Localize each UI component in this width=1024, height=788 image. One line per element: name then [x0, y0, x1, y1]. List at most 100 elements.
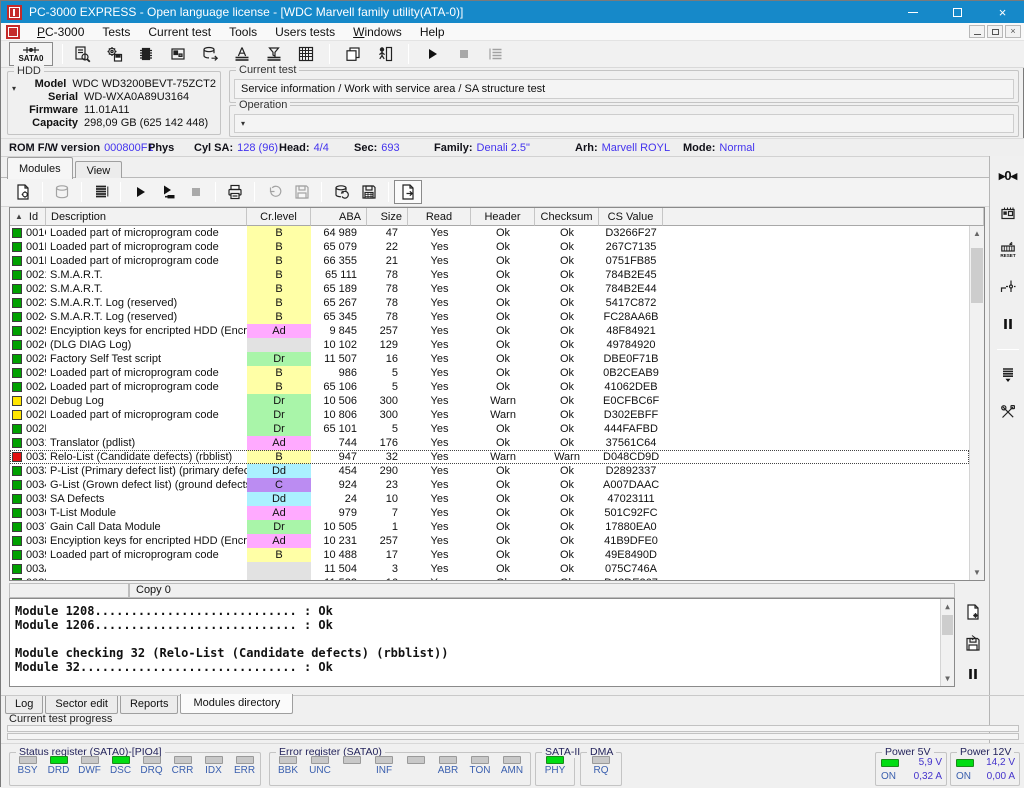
table-row-002A[interactable]: 002ALoaded part of microprogram codeB65 …: [10, 380, 969, 394]
table-row-0021[interactable]: 0021S.M.A.R.T.B65 11178YesOkOk784B2E45: [10, 268, 969, 282]
main-database-export-button[interactable]: [196, 42, 224, 66]
table-row-001C[interactable]: 001CLoaded part of microprogram codeB64 …: [10, 226, 969, 240]
main-rom-chip-button[interactable]: [132, 42, 160, 66]
mdi-restore-button[interactable]: [987, 25, 1003, 38]
tab-reports[interactable]: Reports: [120, 696, 179, 714]
modules-page-export-button[interactable]: [394, 180, 422, 204]
tab-modules-directory[interactable]: Modules directory: [180, 694, 293, 714]
table-row-0028[interactable]: 0028Factory Self Test scriptDr11 50716Ye…: [10, 352, 969, 366]
scroll-thumb[interactable]: [971, 248, 983, 303]
menu-current-test[interactable]: Current test: [139, 23, 220, 41]
sata0-port-button[interactable]: SATA0: [9, 42, 53, 66]
table-row-003B[interactable]: 003B11 52316YesOkOkD43DE267: [10, 576, 969, 580]
menu-tools[interactable]: Tools: [220, 23, 266, 41]
table-row-0033[interactable]: 0033P-List (Primary defect list) (primar…: [10, 464, 969, 478]
dock-pause-button[interactable]: [995, 312, 1021, 336]
main-sector-grid-button[interactable]: [292, 42, 320, 66]
main-settings-save-button[interactable]: [100, 42, 128, 66]
dock-probe-button[interactable]: [995, 275, 1021, 299]
dock-tools-button[interactable]: [995, 400, 1021, 424]
column-header-read[interactable]: Read: [408, 208, 471, 226]
mdi-child-icon[interactable]: [6, 25, 20, 39]
modules-new-task-button[interactable]: [9, 180, 37, 204]
main-report-button[interactable]: [68, 42, 96, 66]
table-row-0023[interactable]: 0023S.M.A.R.T. Log (reserved)B65 26778Ye…: [10, 296, 969, 310]
modules-db-save-button[interactable]: [355, 180, 383, 204]
column-header-id[interactable]: ▲Id: [10, 208, 46, 226]
column-header-aba[interactable]: ABA: [311, 208, 367, 226]
table-row-001F[interactable]: 001FLoaded part of microprogram codeB66 …: [10, 254, 969, 268]
column-header-checksum[interactable]: Checksum: [535, 208, 599, 226]
log-output[interactable]: Module 1208............................ …: [9, 598, 955, 687]
modules-run-step-button[interactable]: [154, 180, 182, 204]
cell-id: 0032: [10, 450, 46, 464]
scroll-down-icon[interactable]: ▼: [970, 565, 984, 580]
close-button[interactable]: ×: [980, 1, 1024, 23]
tab-sector-edit[interactable]: Sector edit: [45, 696, 118, 714]
table-row-0038[interactable]: 0038Encyiption keys for encripted HDD (E…: [10, 534, 969, 548]
main-exit-button[interactable]: [371, 42, 399, 66]
table-row-0025[interactable]: 0025Encyiption keys for encripted HDD (E…: [10, 324, 969, 338]
pause-log-button[interactable]: [961, 663, 985, 685]
table-row-0037[interactable]: 0037Gain Call Data ModuleDr10 5051YesOkO…: [10, 520, 969, 534]
main-head-stack-button[interactable]: [228, 42, 256, 66]
tab-modules[interactable]: Modules: [7, 157, 73, 179]
save-log-button[interactable]: [961, 632, 985, 654]
log-copy-col[interactable]: Copy 0: [129, 583, 955, 598]
column-header-header[interactable]: Header: [471, 208, 535, 226]
dock-list-down-button[interactable]: [995, 363, 1021, 387]
column-header-cr-level[interactable]: Cr.level: [247, 208, 311, 226]
column-header-description[interactable]: Description: [46, 208, 247, 226]
main-hdd-filter-button[interactable]: [260, 42, 288, 66]
table-row-0034[interactable]: 0034G-List (Grown defect list) (ground d…: [10, 478, 969, 492]
table-scrollbar[interactable]: ▲ ▼: [969, 226, 984, 580]
table-row-003A[interactable]: 003A11 5043YesOkOk075C746A: [10, 562, 969, 576]
table-row-002D[interactable]: 002DDebug LogDr10 506300YesWarnOkE0CFBC6…: [10, 394, 969, 408]
table-row-0035[interactable]: 0035SA DefectsDd2410YesOkOk47023111: [10, 492, 969, 506]
dock-reset-button[interactable]: RESET: [995, 238, 1021, 262]
table-row-0032[interactable]: 0032Relo-List (Candidate defects) (rbbli…: [10, 450, 969, 464]
dock-zero-read-button[interactable]: ▸0◂: [995, 164, 1021, 188]
column-header-cs-value[interactable]: CS Value: [599, 208, 663, 226]
table-row-0022[interactable]: 0022S.M.A.R.T.B65 18978YesOkOk784B2E44: [10, 282, 969, 296]
table-row-0026[interactable]: 0026 (DLG DIAG Log)10 102129YesOkOk49784…: [10, 338, 969, 352]
column-header-size[interactable]: Size: [367, 208, 408, 226]
mdi-minimize-button[interactable]: [969, 25, 985, 38]
mdi-close-button[interactable]: ×: [1005, 25, 1021, 38]
log-scroll-down-icon[interactable]: ▼: [941, 671, 954, 686]
modules-db-load-button[interactable]: [327, 180, 355, 204]
maximize-button[interactable]: [935, 1, 980, 23]
modules-run-button[interactable]: [126, 180, 154, 204]
main-window-copies-button[interactable]: [339, 42, 367, 66]
menu-windows[interactable]: Windows: [344, 23, 411, 41]
log-scroll-up-icon[interactable]: ▲: [941, 599, 954, 614]
table-row-0029[interactable]: 0029Loaded part of microprogram codeB986…: [10, 366, 969, 380]
new-log-button[interactable]: [961, 601, 985, 623]
operation-dropdown-icon[interactable]: ▾: [241, 119, 245, 128]
main-play-button[interactable]: [418, 42, 446, 66]
table-row-002F[interactable]: 002FDr65 1015YesOkOk444FAFBD: [10, 422, 969, 436]
table-row-0039[interactable]: 0039Loaded part of microprogram codeB10 …: [10, 548, 969, 562]
table-row-0031[interactable]: 0031Translator (pdlist)Ad744176YesOkOk37…: [10, 436, 969, 450]
minimize-button[interactable]: [890, 1, 935, 23]
hdd-dropdown-icon[interactable]: ▾: [12, 84, 16, 93]
menu-pc-3000[interactable]: PC-3000: [28, 23, 93, 41]
table-row-002E[interactable]: 002ELoaded part of microprogram codeDr10…: [10, 408, 969, 422]
log-copy-col-empty[interactable]: [9, 583, 129, 598]
menu-help[interactable]: Help: [411, 23, 454, 41]
scroll-up-icon[interactable]: ▲: [970, 226, 984, 241]
log-scroll-thumb[interactable]: [942, 615, 953, 635]
menu-users-tests[interactable]: Users tests: [266, 23, 344, 41]
table-row-0036[interactable]: 0036T-List ModuleAd9797YesOkOk501C92FC: [10, 506, 969, 520]
menu-tests[interactable]: Tests: [93, 23, 139, 41]
cell-cr-level: Dd: [247, 464, 311, 478]
table-row-0024[interactable]: 0024S.M.A.R.T. Log (reserved)B65 34578Ye…: [10, 310, 969, 324]
modules-module-list-button[interactable]: [87, 180, 115, 204]
modules-save-button: [288, 180, 316, 204]
main-test-board-button[interactable]: [164, 42, 192, 66]
table-row-001E[interactable]: 001ELoaded part of microprogram codeB65 …: [10, 240, 969, 254]
tab-log[interactable]: Log: [5, 696, 43, 714]
dock-chip-module-button[interactable]: [995, 201, 1021, 225]
log-scrollbar[interactable]: ▲ ▼: [940, 599, 954, 686]
modules-print-button[interactable]: [221, 180, 249, 204]
